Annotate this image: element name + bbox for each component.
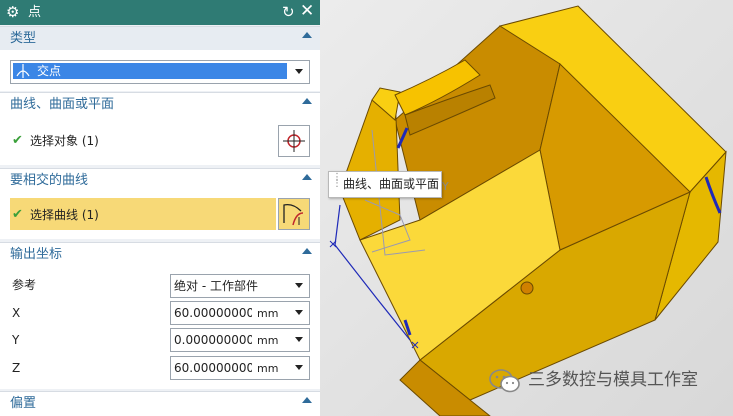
section-offset-title: 偏置 bbox=[10, 396, 37, 411]
x-field[interactable]: 60.0000000000 mm bbox=[170, 301, 310, 325]
watermark-text: 三多数控与模具工作室 bbox=[528, 370, 698, 390]
chevron-down-icon[interactable] bbox=[295, 310, 303, 315]
selection-tooltip: ⋮ ⋮ 曲线、曲面或平面 bbox=[328, 171, 442, 198]
section-type: 类型 交点 bbox=[0, 26, 320, 91]
z-label: Z bbox=[12, 361, 21, 375]
section-output-coords-header[interactable]: 输出坐标 bbox=[0, 243, 320, 266]
section-type-title: 类型 bbox=[10, 31, 37, 46]
curve-select-icon bbox=[283, 203, 304, 226]
y-unit: mm bbox=[257, 334, 279, 347]
select-curve-row[interactable]: ✔ 选择曲线 (1) bbox=[10, 198, 276, 230]
watermark: 三多数控与模具工作室 bbox=[488, 366, 724, 396]
y-value[interactable]: 0.0000000000 bbox=[174, 333, 252, 347]
check-icon: ✔ bbox=[12, 207, 23, 222]
collapse-caret-icon[interactable] bbox=[302, 248, 312, 254]
grip-icon[interactable]: ⋮ ⋮ bbox=[332, 173, 342, 189]
section-curve-surface-plane-header[interactable]: 曲线、曲面或平面 bbox=[0, 93, 320, 116]
x-value[interactable]: 60.0000000000 bbox=[174, 306, 252, 320]
tooltip-text: 曲线、曲面或平面 bbox=[343, 177, 440, 191]
wechat-icon bbox=[489, 369, 520, 393]
section-intersect-curve-title: 要相交的曲线 bbox=[10, 173, 89, 188]
curve-select-button[interactable] bbox=[278, 198, 310, 230]
chevron-down-icon[interactable] bbox=[295, 69, 303, 74]
section-type-header[interactable]: 类型 bbox=[0, 27, 320, 50]
stray-y-label: Y bbox=[441, 180, 449, 193]
x-unit: mm bbox=[257, 307, 279, 320]
section-intersect-curve-header[interactable]: 要相交的曲线 bbox=[0, 169, 320, 192]
chevron-down-icon[interactable] bbox=[295, 337, 303, 342]
section-output-coords-title: 输出坐标 bbox=[10, 247, 63, 262]
point-dialog: ⚙ 点 ↻ ✕ 类型 交点 曲线、曲面或平面 ✔ 选择对象 (1) 要相交的曲线… bbox=[0, 0, 320, 416]
reset-icon[interactable]: ↻ bbox=[282, 2, 295, 22]
chevron-down-icon[interactable] bbox=[295, 365, 303, 370]
collapse-caret-icon[interactable] bbox=[302, 98, 312, 104]
type-selected-label: 交点 bbox=[37, 64, 62, 78]
x-label: X bbox=[12, 306, 21, 320]
close-icon[interactable]: ✕ bbox=[300, 1, 314, 21]
type-selected: 交点 bbox=[13, 63, 287, 79]
collapse-caret-icon[interactable] bbox=[302, 32, 312, 38]
section-offset-header[interactable]: 偏置 bbox=[0, 392, 320, 415]
z-unit: mm bbox=[257, 362, 279, 375]
section-curve-surface-plane: 曲线、曲面或平面 ✔ 选择对象 (1) bbox=[0, 92, 320, 165]
reference-value: 绝对 - 工作部件 bbox=[174, 279, 258, 293]
dialog-title: 点 bbox=[28, 5, 42, 20]
select-object-label[interactable]: 选择对象 (1) bbox=[30, 134, 99, 149]
y-field[interactable]: 0.0000000000 mm bbox=[170, 328, 310, 352]
collapse-caret-icon[interactable] bbox=[302, 397, 312, 403]
chevron-down-icon[interactable] bbox=[295, 283, 303, 288]
dialog-titlebar: ⚙ 点 ↻ ✕ bbox=[0, 0, 320, 25]
y-label: Y bbox=[12, 333, 20, 347]
reference-label: 参考 bbox=[12, 278, 37, 292]
reference-dropdown[interactable]: 绝对 - 工作部件 bbox=[170, 274, 310, 298]
z-value[interactable]: 60.0000000000 bbox=[174, 361, 252, 375]
point-crosshair-button[interactable] bbox=[278, 125, 310, 157]
section-offset: 偏置 bbox=[0, 391, 320, 416]
z-field[interactable]: 60.0000000000 mm bbox=[170, 356, 310, 380]
gear-icon[interactable]: ⚙ bbox=[6, 3, 19, 21]
check-icon: ✔ bbox=[12, 133, 23, 148]
section-curve-surface-plane-title: 曲线、曲面或平面 bbox=[10, 97, 115, 112]
point-crosshair-icon bbox=[283, 130, 305, 152]
select-curve-label: 选择曲线 (1) bbox=[30, 208, 99, 222]
type-dropdown[interactable]: 交点 bbox=[10, 60, 310, 84]
collapse-caret-icon[interactable] bbox=[302, 174, 312, 180]
